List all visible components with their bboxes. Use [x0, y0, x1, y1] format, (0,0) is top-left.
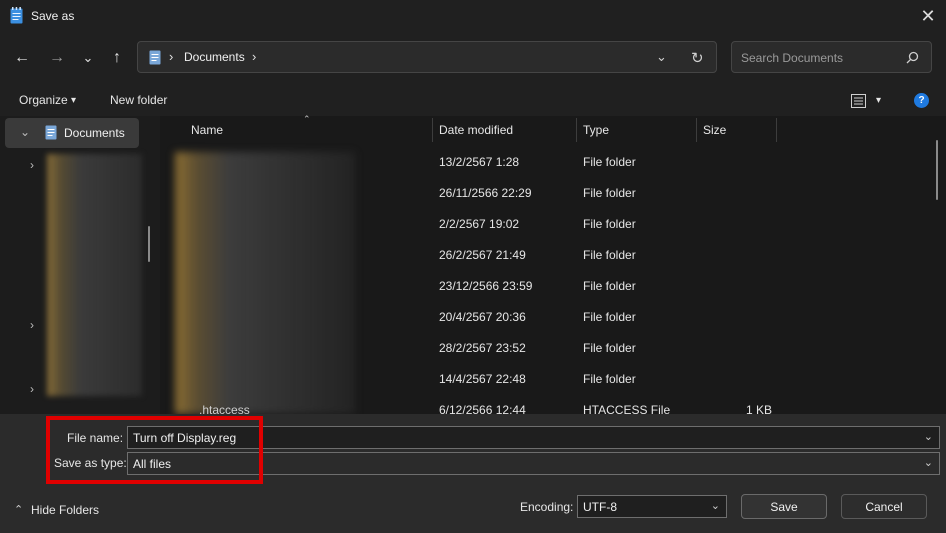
row-date[interactable]: 6/12/2566 12:44 [439, 403, 526, 414]
new-folder-button[interactable]: New folder [110, 93, 167, 107]
row-date[interactable]: 2/2/2567 19:02 [439, 217, 519, 231]
notepad-icon [10, 7, 23, 24]
address-bar[interactable]: › Documents › ⌄ ↻ [137, 41, 717, 73]
encoding-select[interactable]: UTF-8 ⌄ [577, 495, 727, 518]
row-name[interactable]: .htaccess [199, 403, 250, 414]
row-type[interactable]: File folder [583, 341, 636, 355]
save-button-label: Save [770, 499, 798, 514]
help-button[interactable]: ? [914, 93, 929, 108]
blurred-nav-items [47, 154, 142, 396]
column-header-name[interactable]: Name [191, 123, 223, 137]
chevron-down-icon: ⌄ [82, 50, 94, 65]
search-input[interactable]: Search Documents [741, 51, 843, 65]
view-options-icon[interactable] [851, 94, 866, 108]
row-date[interactable]: 26/2/2567 21:49 [439, 248, 526, 262]
close-icon: ✕ [920, 5, 936, 26]
cancel-button-label: Cancel [865, 499, 903, 514]
row-date[interactable]: 26/11/2566 22:29 [439, 186, 532, 200]
chevron-down-icon[interactable]: ⌄ [711, 499, 720, 512]
chevron-down-icon[interactable]: ⌄ [924, 430, 933, 443]
column-header-date[interactable]: Date modified [439, 123, 513, 137]
chevron-up-icon[interactable]: ⌃ [14, 503, 23, 516]
back-button[interactable]: ← [9, 44, 35, 72]
save-button[interactable]: Save [741, 494, 827, 519]
row-type[interactable]: File folder [583, 217, 636, 231]
organize-button[interactable]: Organize [19, 93, 68, 107]
close-button[interactable]: ✕ [916, 4, 940, 28]
column-divider[interactable] [576, 118, 577, 142]
documents-icon [149, 50, 161, 65]
row-type[interactable]: File folder [583, 310, 636, 324]
sort-ascending-icon: ⌃ [303, 114, 311, 124]
search-box[interactable]: Search Documents [731, 41, 932, 73]
expand-chevron-icon[interactable]: ⌄ [20, 125, 30, 139]
nav-scrollbar[interactable] [148, 226, 150, 262]
help-icon: ? [918, 95, 925, 106]
breadcrumb-documents[interactable]: Documents [184, 50, 245, 64]
recent-locations-button[interactable]: ⌄ [75, 44, 101, 72]
nav-item-label[interactable]: Documents [64, 126, 125, 140]
encoding-label: Encoding: [520, 500, 574, 514]
documents-icon [45, 125, 57, 140]
row-date[interactable]: 14/4/2567 22:48 [439, 372, 526, 386]
expand-chevron-icon[interactable]: › [30, 318, 34, 332]
row-type[interactable]: File folder [583, 248, 636, 262]
row-date[interactable]: 13/2/2567 1:28 [439, 155, 519, 169]
row-type[interactable]: File folder [583, 279, 636, 293]
up-button[interactable]: ↑ [104, 44, 130, 72]
row-type[interactable]: File folder [583, 155, 636, 169]
expand-chevron-icon[interactable]: › [30, 158, 34, 172]
row-type[interactable]: File folder [583, 186, 636, 200]
file-list-scrollbar[interactable] [936, 140, 938, 200]
red-highlight-box [46, 416, 263, 484]
breadcrumb-separator: › [169, 49, 174, 64]
row-type[interactable]: File folder [583, 372, 636, 386]
arrow-up-icon: ↑ [113, 49, 121, 66]
breadcrumb-separator[interactable]: › [252, 49, 256, 64]
forward-button[interactable]: → [44, 44, 70, 72]
column-divider[interactable] [696, 118, 697, 142]
column-divider[interactable] [432, 118, 433, 142]
organize-chevron-icon[interactable]: ▾ [71, 95, 76, 106]
window-title: Save as [31, 9, 75, 23]
encoding-value[interactable]: UTF-8 [583, 500, 617, 514]
column-header-type[interactable]: Type [583, 123, 609, 137]
address-history-chevron-icon[interactable]: ⌄ [656, 49, 667, 65]
refresh-icon[interactable]: ↻ [691, 49, 704, 67]
row-size[interactable]: 1 KB [746, 403, 772, 414]
column-divider[interactable] [776, 118, 777, 142]
column-header-size[interactable]: Size [703, 123, 726, 137]
chevron-down-icon[interactable]: ⌄ [924, 456, 933, 469]
expand-chevron-icon[interactable]: › [30, 382, 34, 396]
hide-folders-button[interactable]: Hide Folders [31, 503, 99, 517]
row-date[interactable]: 23/12/2566 23:59 [439, 279, 532, 293]
arrow-left-icon: ← [14, 49, 30, 66]
search-icon [906, 51, 919, 64]
table-row-clipped[interactable]: .htaccess 6/12/2566 12:44 HTACCESS File … [160, 400, 946, 414]
arrow-right-icon: → [49, 49, 65, 66]
row-type[interactable]: HTACCESS File [583, 403, 670, 414]
row-date[interactable]: 28/2/2567 23:52 [439, 341, 526, 355]
row-date[interactable]: 20/4/2567 20:36 [439, 310, 526, 324]
blurred-file-names [175, 152, 355, 414]
title-bar [0, 0, 946, 32]
cancel-button[interactable]: Cancel [841, 494, 927, 519]
view-chevron-icon[interactable]: ▾ [876, 95, 881, 106]
